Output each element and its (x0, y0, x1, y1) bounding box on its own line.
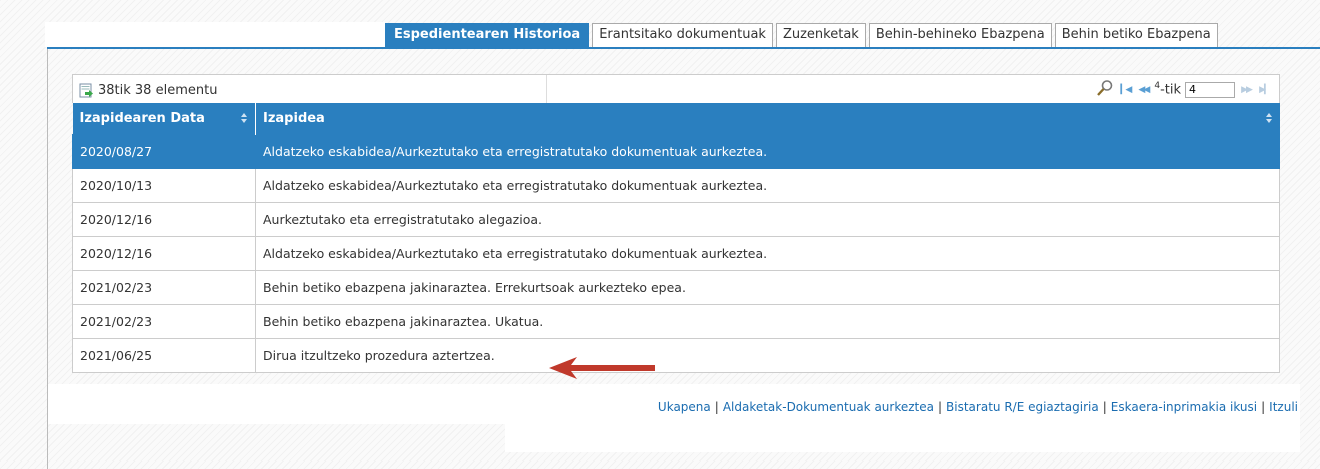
link-back[interactable]: Itzuli (1269, 400, 1298, 414)
table-row[interactable]: 2020/12/16 Aldatzeko eskabidea/Aurkeztut… (72, 235, 1280, 271)
tab-bar: Espedientearen Historioa Erantsitako dok… (385, 23, 1218, 49)
row-date: 2020/12/16 (72, 201, 256, 237)
red-arrow-annotation-icon (549, 357, 655, 379)
tab-attached-documents[interactable]: Erantsitako dokumentuak (592, 23, 773, 47)
record-count-label: 38tik 38 elementu (98, 83, 218, 98)
row-procedure: Aurkeztutako eta erregistratutako alegaz… (255, 201, 1280, 237)
header-blank-area (45, 22, 385, 47)
toolbar-divider (546, 75, 547, 103)
table-row[interactable]: 2021/02/23 Behin betiko ebazpena jakinar… (72, 303, 1280, 339)
link-registry-receipt[interactable]: Bistaratu R/E egiaztagiria (946, 400, 1099, 414)
row-procedure: Behin betiko ebazpena jakinaraztea. Erre… (255, 269, 1280, 305)
first-page-icon[interactable]: ▎◀ (1118, 85, 1132, 95)
link-rejection[interactable]: Ukapena (658, 400, 711, 414)
table-row[interactable]: 2021/02/23 Behin betiko ebazpena jakinar… (72, 269, 1280, 305)
row-procedure: Aldatzeko eskabidea/Aurkeztutako eta err… (255, 167, 1280, 203)
page-number-input[interactable] (1185, 81, 1235, 98)
tab-provisional-resolution[interactable]: Behin-behineko Ebazpena (868, 23, 1052, 47)
table-row[interactable]: 2021/06/25 Dirua itzultzeko prozedura az… (72, 337, 1280, 373)
history-table: Izapidearen Data Izapidea 2020/08/27 Ald… (72, 103, 1280, 373)
row-date: 2020/12/16 (72, 235, 256, 271)
column-header-date[interactable]: Izapidearen Data (72, 103, 256, 134)
row-procedure: Aldatzeko eskabidea/Aurkeztutako eta err… (255, 235, 1280, 271)
row-procedure: Dirua itzultzeko prozedura aztertzea. (255, 337, 1280, 373)
table-row[interactable]: 2020/10/13 Aldatzeko eskabidea/Aurkeztut… (72, 167, 1280, 203)
page-total: 4-tik (1154, 81, 1181, 97)
column-header-date-label: Izapidearen Data (79, 110, 205, 126)
action-links: Ukapena | Aldaketak-Dokumentuak aurkeztea |… (657, 400, 1298, 414)
grid-toolbar: 38tik 38 elementu ▎◀ ◀◀ 4-tik ▶▶ ▶▎ (72, 74, 1280, 103)
sort-icon[interactable] (241, 113, 247, 123)
row-procedure: Behin betiko ebazpena jakinaraztea. Ukat… (255, 303, 1280, 339)
pager: ▎◀ ◀◀ 4-tik ▶▶ ▶▎ (1096, 79, 1271, 100)
column-header-procedure[interactable]: Izapidea (255, 103, 1280, 134)
record-count: 38tik 38 elementu (79, 83, 217, 98)
column-header-procedure-label: Izapidea (263, 110, 325, 126)
row-procedure: Aldatzeko eskabidea/Aurkeztutako eta err… (255, 133, 1280, 169)
tab-final-resolution[interactable]: Behin betiko Ebazpena (1054, 23, 1218, 47)
prev-page-icon[interactable]: ◀◀ (1136, 85, 1150, 95)
row-date: 2021/02/23 (72, 269, 256, 305)
sort-icon[interactable] (1265, 113, 1272, 123)
history-grid: 38tik 38 elementu ▎◀ ◀◀ 4-tik ▶▶ ▶▎ Izap… (72, 74, 1280, 373)
row-date: 2021/06/25 (72, 337, 256, 373)
row-date: 2020/10/13 (72, 167, 256, 203)
last-page-icon[interactable]: ▶▎ (1257, 85, 1271, 95)
tab-history[interactable]: Espedientearen Historioa (385, 23, 590, 47)
row-date: 2020/08/27 (72, 133, 256, 169)
tab-corrections[interactable]: Zuzenketak (775, 23, 866, 47)
tab-underline (47, 47, 1320, 49)
next-page-icon[interactable]: ▶▶ (1239, 85, 1253, 95)
excel-export-icon[interactable] (79, 83, 94, 98)
footer-area-lower (505, 420, 1300, 452)
table-row[interactable]: 2020/12/16 Aurkeztutako eta erregistratu… (72, 201, 1280, 237)
row-date: 2021/02/23 (72, 303, 256, 339)
magnifier-icon[interactable] (1096, 79, 1114, 100)
page-total-suffix: -tik (1160, 82, 1181, 98)
table-row[interactable]: 2020/08/27 Aldatzeko eskabidea/Aurkeztut… (72, 133, 1280, 169)
link-submit-changes[interactable]: Aldaketak-Dokumentuak aurkeztea (723, 400, 934, 414)
link-view-application-form[interactable]: Eskaera-inprimakia ikusi (1111, 400, 1257, 414)
